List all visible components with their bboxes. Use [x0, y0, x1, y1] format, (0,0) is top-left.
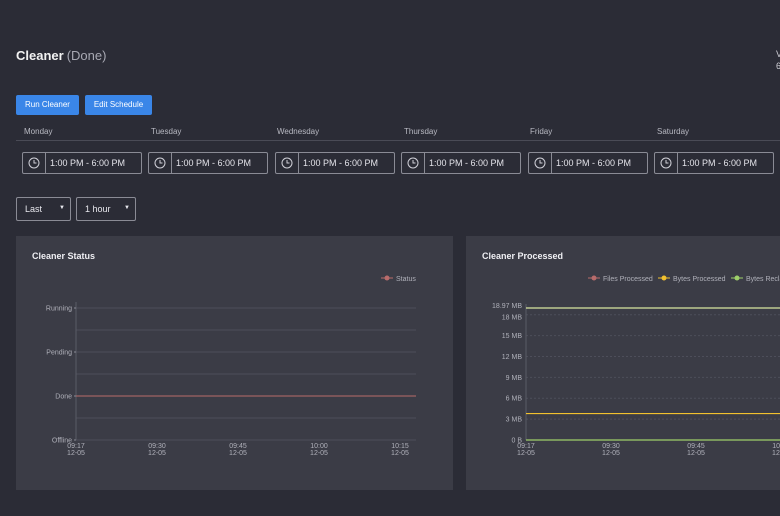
legend-bytes-processed-marker: [661, 275, 667, 281]
cleaner-status-panel: Cleaner Status Offline Done Pending Running…: [16, 236, 453, 490]
legend-status: Status: [396, 276, 416, 283]
corner-info-bottom: 6: [776, 61, 780, 71]
y-tick-label: Done: [55, 394, 72, 401]
x-tick-label: 09:45 12-05: [687, 443, 705, 457]
time-range-value: 1:00 PM - 6:00 PM: [50, 158, 126, 168]
time-range-input-tuesday[interactable]: 1:00 PM - 6:00 PM: [148, 152, 268, 174]
cleaner-state: (Done): [66, 48, 107, 63]
clock-icon: [529, 153, 552, 173]
clock-icon: [149, 153, 172, 173]
time-range-input-saturday[interactable]: 1:00 PM - 6:00 PM: [654, 152, 774, 174]
day-label-monday: Monday: [24, 127, 53, 136]
clock-icon: [23, 153, 46, 173]
clock-icon: [276, 153, 299, 173]
legend-status-marker: [384, 275, 390, 281]
corner-info: V6: [776, 48, 780, 72]
clock-icon: [655, 153, 678, 173]
period-select-value: 1 hour: [85, 204, 111, 214]
y-tick-label: Running: [46, 306, 72, 313]
legend-bytes-processed: Bytes Processed: [673, 276, 726, 283]
time-range-value: 1:00 PM - 6:00 PM: [303, 158, 379, 168]
legend-bytes-reclaimed-marker: [734, 275, 740, 281]
x-tick-label: 09:30 12-05: [602, 443, 620, 457]
legend-files-processed: Files Processed: [603, 276, 653, 283]
period-select[interactable]: 1 hour ▼: [76, 197, 136, 221]
chevron-down-icon: ▼: [124, 205, 130, 211]
y-tick-label: 12 MB: [502, 354, 523, 361]
x-tick-label: 10:15 12-05: [391, 443, 409, 457]
y-tick-label: 18 MB: [502, 315, 523, 322]
legend-files-processed-marker: [591, 275, 597, 281]
corner-info-top: V: [776, 49, 780, 59]
x-tick-label: 09:30 12-05: [148, 443, 166, 457]
x-tick-label: 09:17 12-05: [517, 443, 535, 457]
range-select[interactable]: Last ▼: [16, 197, 71, 221]
x-tick-label: 09:17 12-05: [67, 443, 85, 457]
y-tick-label: 18.97 MB: [492, 303, 522, 310]
run-cleaner-button[interactable]: Run Cleaner: [16, 95, 79, 115]
x-tick-label: 10:0012-05: [310, 443, 328, 457]
time-range-value: 1:00 PM - 6:00 PM: [176, 158, 252, 168]
y-tick-label: 6 MB: [506, 396, 523, 403]
time-range-value: 1:00 PM - 6:00 PM: [429, 158, 505, 168]
x-tick-label: 09:45 12-05: [229, 443, 247, 457]
x-tick-label: 10:0012-05: [772, 443, 780, 457]
day-label-thursday: Thursday: [404, 127, 438, 136]
y-tick-label: 3 MB: [506, 417, 523, 424]
y-tick-label: 9 MB: [506, 375, 523, 382]
edit-schedule-button[interactable]: Edit Schedule: [85, 95, 152, 115]
day-label-friday: Friday: [530, 127, 553, 136]
page-title-text: Cleaner: [16, 48, 64, 63]
time-range-value: 1:00 PM - 6:00 PM: [556, 158, 632, 168]
cleaner-processed-panel: Cleaner Processed 0 B3 MB 6 MB 9 MB 12 MB 15…: [466, 236, 780, 490]
y-tick-label: Pending: [46, 350, 72, 357]
time-range-input-monday[interactable]: 1:00 PM - 6:00 PM: [22, 152, 142, 174]
time-range-input-thursday[interactable]: 1:00 PM - 6:00 PM: [401, 152, 521, 174]
time-range-input-friday[interactable]: 1:00 PM - 6:00 PM: [528, 152, 648, 174]
day-label-saturday: Saturday: [657, 127, 690, 136]
weekday-header: Monday Tuesday Wednesday Thursday Friday…: [16, 124, 780, 141]
day-label-wednesday: Wednesday: [277, 127, 320, 136]
cleaner-processed-chart: 0 B3 MB6 MB9 MB12 MB15 MB18 MB18.97 MB09…: [492, 275, 780, 457]
day-label-tuesday: Tuesday: [151, 127, 182, 136]
chevron-down-icon: ▼: [59, 205, 65, 211]
time-range-input-wednesday[interactable]: 1:00 PM - 6:00 PM: [275, 152, 395, 174]
range-select-value: Last: [25, 204, 43, 214]
y-tick-label: 15 MB: [502, 333, 523, 340]
cleaner-status-chart: OfflineDonePendingRunning09:17 12-0509:30…: [46, 275, 416, 457]
legend-bytes-reclaimed: Bytes Recla: [746, 276, 780, 283]
page-title: Cleaner (Done): [16, 48, 106, 63]
time-range-value: 1:00 PM - 6:00 PM: [682, 158, 758, 168]
clock-icon: [402, 153, 425, 173]
